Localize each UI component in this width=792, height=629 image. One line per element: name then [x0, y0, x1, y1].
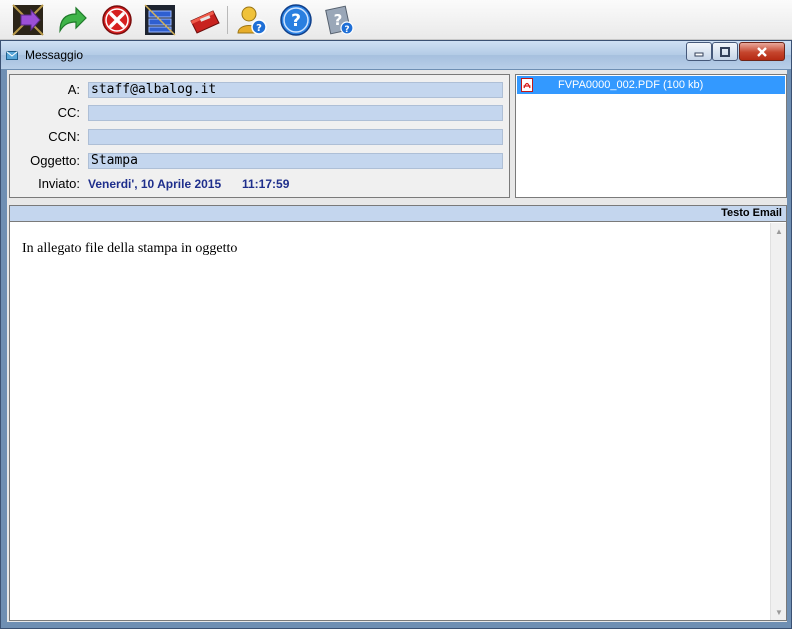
cc-label: CC: [57, 105, 80, 120]
svg-text:?: ? [344, 25, 349, 35]
window-title: Messaggio [25, 48, 84, 62]
to-label: A: [67, 82, 80, 97]
help-icon: ? [280, 4, 312, 36]
cc-field[interactable] [88, 105, 503, 121]
message-window: Messaggio A: staff@albalog.it CC: CCN: O… [0, 40, 792, 629]
tools-button[interactable] [187, 2, 223, 38]
archive-button[interactable] [142, 2, 178, 38]
exit-door-icon [12, 4, 44, 36]
title-bar[interactable]: Messaggio [1, 41, 791, 69]
email-body-header: Testo Email [10, 206, 786, 222]
minimize-icon [694, 52, 704, 56]
attachment-name: FVPA0000_002.PDF (100 kb) [558, 79, 704, 91]
maximize-button[interactable] [712, 42, 738, 61]
svg-text:?: ? [291, 11, 301, 31]
exit-button[interactable] [10, 2, 46, 38]
bcc-label: CCN: [48, 129, 80, 144]
toolbar: ? ? ? ? [0, 0, 792, 40]
toolbar-separator [227, 6, 228, 34]
bcc-field[interactable] [88, 129, 503, 145]
attachment-item[interactable]: FVPA0000_002.PDF (100 kb) [517, 76, 785, 94]
help-button[interactable]: ? [278, 2, 314, 38]
forward-button[interactable] [54, 2, 90, 38]
forward-arrow-icon [59, 6, 87, 34]
window-client-area: A: staff@albalog.it CC: CCN: Oggetto: St… [7, 70, 787, 622]
pdf-icon [521, 78, 533, 92]
user-help-icon: ? [237, 6, 267, 35]
user-help-button[interactable]: ? [234, 2, 270, 38]
delete-button[interactable] [99, 2, 135, 38]
subject-label: Oggetto: [30, 153, 80, 168]
sent-time: 11:17:59 [242, 177, 290, 191]
email-body-section-label: Testo Email [721, 207, 782, 219]
svg-text:?: ? [256, 23, 262, 34]
message-window-icon [6, 51, 18, 60]
toolbox-icon [190, 10, 220, 34]
email-body-text[interactable]: In allegato file della stampa in oggetto [22, 241, 237, 257]
sent-label: Inviato: [38, 176, 80, 191]
email-body-panel: Testo Email In allegato file della stamp… [9, 205, 787, 621]
help-docs-icon: ? ? [325, 5, 354, 35]
message-header-panel: A: staff@albalog.it CC: CCN: Oggetto: St… [9, 74, 510, 198]
attachments-list: FVPA0000_002.PDF (100 kb) [515, 74, 787, 198]
body-vertical-scrollbar[interactable]: ▲ ▼ [770, 223, 786, 620]
subject-field[interactable]: Stampa [88, 153, 503, 169]
to-field[interactable]: staff@albalog.it [88, 82, 503, 98]
scroll-down-arrow[interactable]: ▼ [771, 604, 787, 620]
close-button[interactable] [739, 42, 785, 61]
help-docs-button[interactable]: ? ? [322, 2, 358, 38]
close-icon [757, 46, 767, 57]
restore-icon [720, 46, 730, 57]
scroll-up-arrow[interactable]: ▲ [771, 223, 787, 239]
sent-date: Venerdi', 10 Aprile 2015 [88, 177, 222, 191]
minimize-button[interactable] [686, 42, 712, 61]
delete-icon [102, 5, 132, 35]
archive-icon [144, 4, 176, 36]
